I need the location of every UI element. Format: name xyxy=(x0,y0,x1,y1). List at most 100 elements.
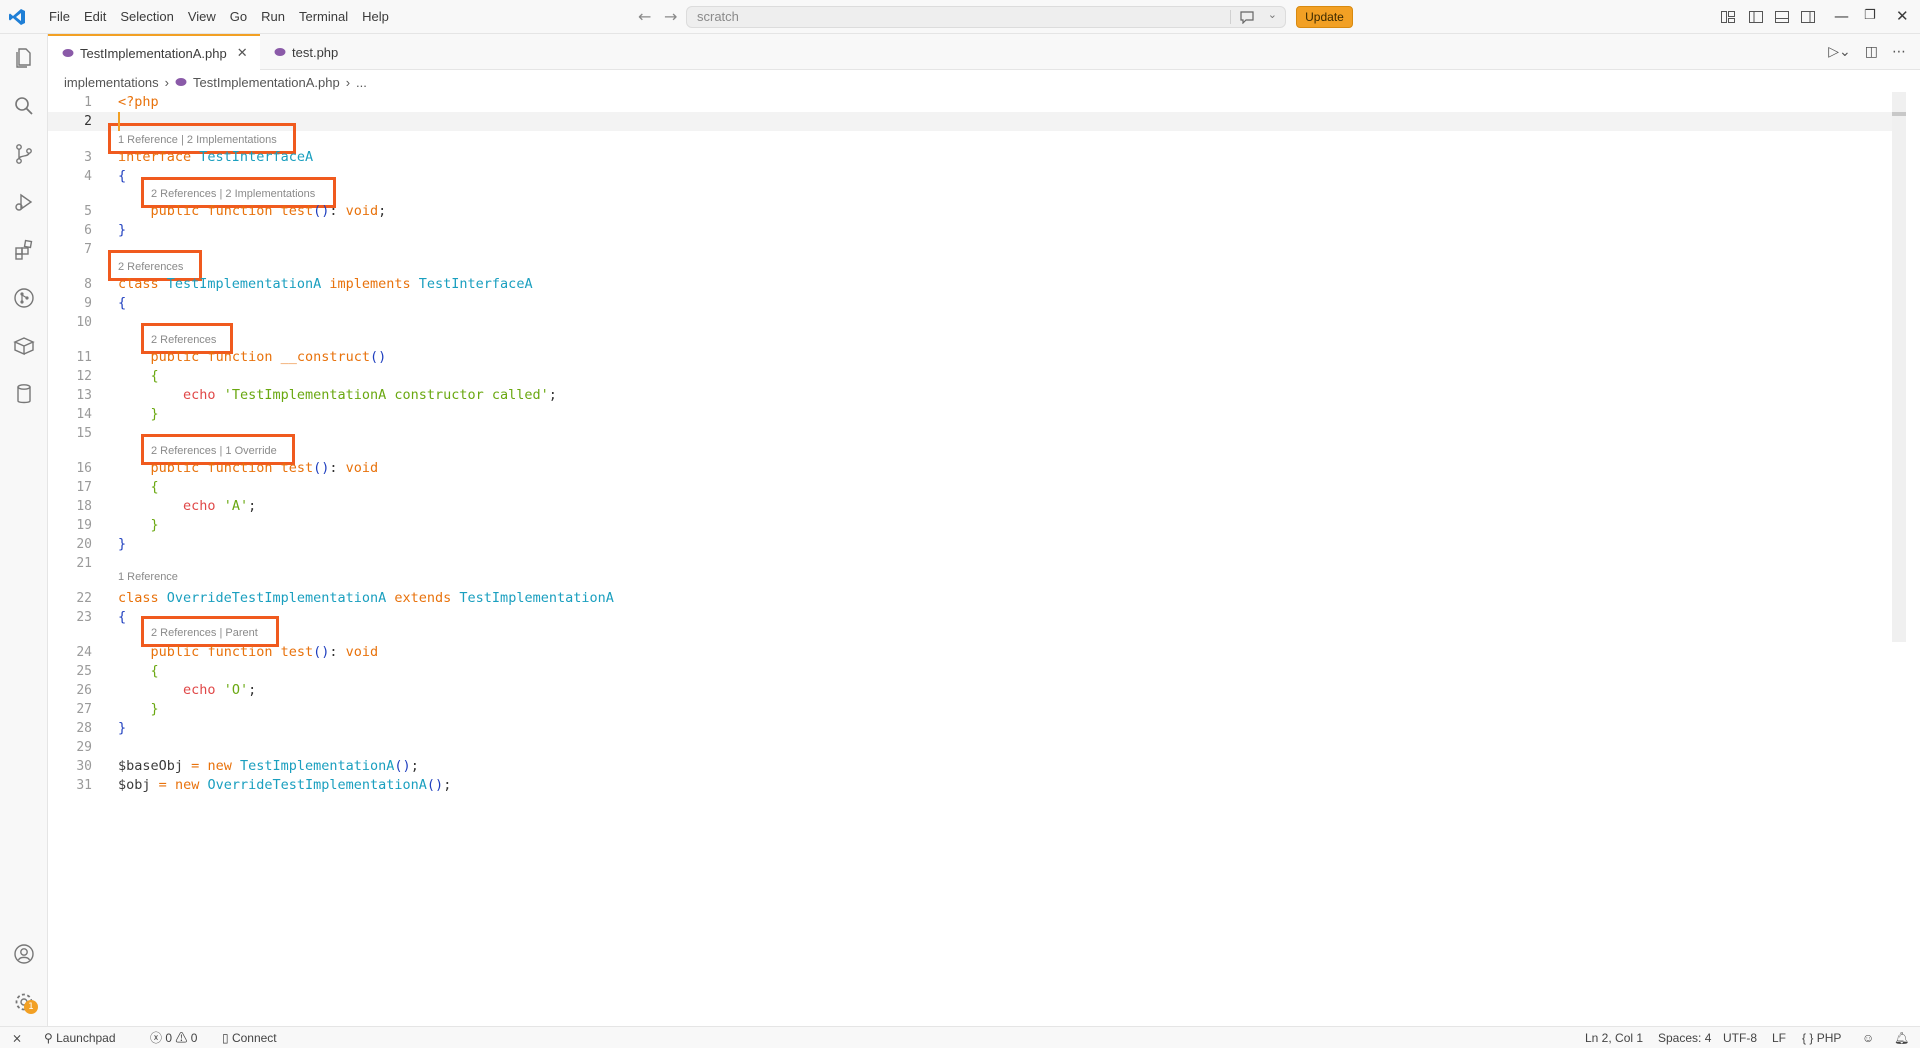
code-line: 30 $baseObj = new TestImplementationA(); xyxy=(48,757,1906,776)
update-button[interactable]: Update xyxy=(1296,6,1353,28)
menu-view[interactable]: View xyxy=(181,0,223,34)
breadcrumb-file[interactable]: TestImplementationA.php xyxy=(193,75,340,90)
split-editor-icon[interactable]: ◫ xyxy=(1865,44,1878,60)
chevron-down-icon[interactable]: ⌄ xyxy=(1268,8,1277,21)
customize-layout-icon[interactable] xyxy=(1720,9,1736,25)
launchpad-item[interactable]: ⚲ Launchpad xyxy=(44,1030,116,1046)
line-number: 27 xyxy=(76,702,92,717)
close-tab-icon[interactable]: ✕ xyxy=(237,45,248,61)
connect-label: Connect xyxy=(231,1031,277,1045)
encoding[interactable]: UTF-8 xyxy=(1723,1030,1757,1046)
line-number: 17 xyxy=(76,480,92,495)
code-line: 7 xyxy=(48,240,1906,259)
breadcrumb: implementations › TestImplementationA.ph… xyxy=(64,72,367,92)
editor-actions: ▷⌄ ◫ ⋯ xyxy=(1828,44,1906,60)
line-number: 15 xyxy=(76,426,92,441)
toggle-primary-sidebar-icon[interactable] xyxy=(1748,9,1764,25)
activity-bar: 1 xyxy=(0,34,48,1026)
notifications-bell-icon[interactable]: 🔔︎ xyxy=(1894,1030,1909,1046)
line-number: 10 xyxy=(76,315,92,330)
source-control-icon[interactable] xyxy=(12,142,36,166)
code-line: 5 public function test(): void; xyxy=(48,202,1906,221)
line-number: 21 xyxy=(76,556,92,571)
more-actions-icon[interactable]: ⋯ xyxy=(1892,44,1906,60)
error-count: 0 xyxy=(165,1031,173,1045)
menu-terminal[interactable]: Terminal xyxy=(292,0,355,34)
code-line: 13 echo 'TestImplementationA constructor… xyxy=(48,386,1906,405)
editor-tabs: TestImplementationA.php ✕ test.php ▷⌄ ◫ … xyxy=(48,34,1920,70)
toggle-secondary-sidebar-icon[interactable] xyxy=(1800,9,1816,25)
forward-arrow-icon[interactable]: → xyxy=(664,8,677,26)
line-number: 9 xyxy=(84,296,92,311)
chat-icon[interactable] xyxy=(1230,10,1255,24)
php-file-icon xyxy=(62,49,74,57)
menu-go[interactable]: Go xyxy=(223,0,254,34)
breadcrumb-folder[interactable]: implementations xyxy=(64,75,159,90)
line-number: 23 xyxy=(76,610,92,625)
code-line: 19 } xyxy=(48,516,1906,535)
chevron-right-icon: › xyxy=(164,74,169,90)
command-center-search[interactable]: scratch ⌄ xyxy=(686,6,1286,28)
breadcrumb-more[interactable]: ... xyxy=(356,75,367,90)
code-line: 11 public function __construct() xyxy=(48,348,1906,367)
code-line: 12 { xyxy=(48,367,1906,386)
editor-scrollbar[interactable] xyxy=(1892,92,1906,642)
warning-count: 0 xyxy=(190,1031,198,1045)
restore-icon[interactable]: ❐ xyxy=(1864,6,1876,26)
tab-testimplementationa[interactable]: TestImplementationA.php ✕ xyxy=(48,34,260,70)
menu-run[interactable]: Run xyxy=(254,0,292,34)
extensions-icon[interactable] xyxy=(12,238,36,262)
code-line: 9 { xyxy=(48,294,1906,313)
line-number: 8 xyxy=(84,277,92,292)
run-debug-icon[interactable] xyxy=(12,190,36,214)
line-number: 28 xyxy=(76,721,92,736)
line-ending[interactable]: LF xyxy=(1772,1030,1786,1046)
code-line: 3 interface TestInterfaceA xyxy=(48,148,1906,167)
code-line: 21 xyxy=(48,554,1906,573)
code-line: 4 { xyxy=(48,167,1906,186)
cursor-position[interactable]: Ln 2, Col 1 xyxy=(1585,1030,1643,1046)
back-arrow-icon[interactable]: ← xyxy=(638,8,651,26)
connect-item[interactable]: ▯ Connect xyxy=(222,1030,277,1046)
indentation[interactable]: Spaces: 4 xyxy=(1658,1030,1711,1046)
code-line: 17 { xyxy=(48,478,1906,497)
toggle-panel-icon[interactable] xyxy=(1774,9,1790,25)
menu-file[interactable]: File xyxy=(42,0,77,34)
database-icon[interactable] xyxy=(12,382,36,406)
code-line: 24 public function test(): void xyxy=(48,643,1906,662)
tab-test-php[interactable]: test.php xyxy=(260,34,370,70)
minimize-icon[interactable]: — xyxy=(1834,6,1849,26)
line-number: 2 xyxy=(84,114,92,129)
code-line: 2 xyxy=(48,112,1906,131)
line-number: 3 xyxy=(84,150,92,165)
problems-item[interactable]: ⓧ 0 ⚠ 0 xyxy=(150,1030,197,1046)
settings-update-badge: 1 xyxy=(24,1000,38,1014)
vscode-logo-icon xyxy=(9,9,25,25)
line-number: 6 xyxy=(84,223,92,238)
code-line: 15 xyxy=(48,424,1906,443)
copilot-icon[interactable]: ☺ xyxy=(1862,1030,1874,1046)
remote-icon[interactable]: ⨯ xyxy=(12,1030,22,1046)
git-graph-icon[interactable] xyxy=(12,286,36,310)
menu-selection[interactable]: Selection xyxy=(113,0,180,34)
scrollbar-cursor-mark xyxy=(1892,112,1906,116)
language-mode[interactable]: { } PHP xyxy=(1802,1030,1841,1046)
php-file-icon xyxy=(175,78,187,86)
text-cursor xyxy=(118,112,120,131)
launchpad-label: Launchpad xyxy=(56,1031,116,1045)
run-icon[interactable]: ▷⌄ xyxy=(1828,44,1851,60)
menu-help[interactable]: Help xyxy=(355,0,396,34)
close-window-icon[interactable]: ✕ xyxy=(1896,6,1909,26)
chevron-right-icon: › xyxy=(345,74,351,90)
containers-icon[interactable] xyxy=(12,334,36,358)
menu-bar: File Edit Selection View Go Run Terminal… xyxy=(42,0,396,34)
menu-edit[interactable]: Edit xyxy=(77,0,113,34)
code-text: <?php xyxy=(118,94,159,110)
accounts-icon[interactable] xyxy=(12,942,36,966)
line-number: 13 xyxy=(76,388,92,403)
php-file-icon xyxy=(274,48,286,56)
explorer-icon[interactable] xyxy=(12,46,36,70)
code-line: 23 { xyxy=(48,608,1906,627)
search-icon[interactable] xyxy=(12,94,36,118)
code-editor[interactable]: 1 Reference | 2 Implementations 2 Refere… xyxy=(48,92,1906,1022)
